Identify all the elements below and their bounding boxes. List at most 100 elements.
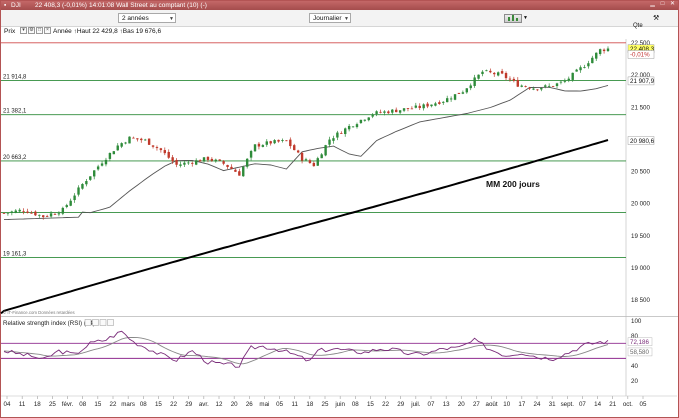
candle-body [218,159,221,161]
candle-body [367,117,370,121]
candle-body [73,195,76,201]
candle-body [81,184,84,189]
candle-body [151,145,155,147]
candle-body [159,148,163,151]
candle-body [293,145,296,151]
candle-body [124,142,127,144]
chart-canvas: 21 914,821 382,120 663,219 161,322 50022… [0,39,677,408]
x-tick-label: 07 [428,401,435,408]
candle-body [265,141,268,145]
candle-body [414,105,418,108]
candle-body [387,111,390,114]
candle-body [406,108,410,109]
candle-body [579,67,582,71]
candle-body [136,138,139,140]
candle-body [226,164,229,168]
candle-body [30,212,33,214]
candle-body [214,159,217,162]
x-tick-label: août [486,401,498,408]
price-tag-label: 20 980,6 [630,138,655,145]
candle-body [442,101,445,103]
candle-body [606,48,610,52]
candle-body [273,140,276,144]
x-tick-label: 21 [609,401,616,408]
candle-body [300,152,304,161]
x-tick-label: avr. [199,401,209,408]
x-tick-label: 08 [79,401,86,408]
x-tick-label: 15 [367,401,374,408]
x-tick-label: sept. [561,401,575,408]
candle-body [104,159,108,165]
candle-body [65,205,68,208]
candle-body [108,152,112,159]
candle-body [277,139,280,142]
candle-body [261,145,265,147]
candle-body [559,81,563,83]
candle-body [57,213,61,215]
x-tick-label: 17 [518,401,525,408]
candle-body [167,151,170,158]
candle-body [61,207,65,214]
candle-body [155,147,159,149]
candle-body [595,52,598,59]
candle-body [567,78,570,81]
candle-body [22,210,25,212]
candle-body [461,92,465,94]
candle-body [547,85,551,87]
rsi-tick-label: 20 [631,378,638,385]
x-tick-label: 07 [579,401,586,408]
candle-body [336,132,339,138]
candle-body [308,160,312,163]
candle-body [371,114,374,117]
candle-body [112,151,116,155]
candle-body [85,181,88,185]
candle-body [532,88,535,90]
candle-body [516,79,519,87]
candle-body [379,111,382,113]
mm200-line [0,139,609,315]
candle-body [449,98,453,100]
candle-body [410,108,414,110]
candle-body [504,72,508,79]
x-tick-label: 05 [640,401,647,408]
candle-body [422,104,425,109]
level-label: 19 161,3 [3,251,27,257]
candle-body [469,85,472,89]
candle-body [512,78,516,81]
candle-body [26,211,29,213]
candle-body [234,169,237,172]
candle-body [316,158,319,166]
x-tick-label: 12 [216,401,223,408]
price-tick-label: 18 500 [631,297,650,304]
candle-body [289,139,292,147]
candle-body [183,162,186,165]
candle-body [222,161,225,164]
candle-body [179,164,182,166]
candle-body [555,83,559,87]
x-tick-label: 11 [291,401,298,408]
candle-body [398,110,402,113]
price-tag-label: 21 907,9 [630,78,655,85]
candle-body [147,138,151,145]
candle-body [583,67,586,69]
candle-body [140,138,143,141]
candle-body [602,49,606,52]
level-label: 21 382,1 [3,109,27,115]
x-tick-label: 22 [110,401,117,408]
candle-body [143,139,147,141]
rsi-close-icon [107,319,114,326]
candle-body [34,211,37,216]
candle-body [38,214,41,216]
candle-body [312,162,316,167]
candle-body [230,166,233,170]
candle-body [324,145,327,156]
candle-body [206,156,210,160]
candle-body [96,166,100,170]
x-tick-label: 31 [549,401,556,408]
candle-body [202,157,206,162]
price-tag-label: -0,01% [630,52,650,59]
candle-body [269,141,272,144]
candle-body [132,137,135,139]
x-tick-label: mars [121,401,135,408]
candle-body [6,212,10,214]
